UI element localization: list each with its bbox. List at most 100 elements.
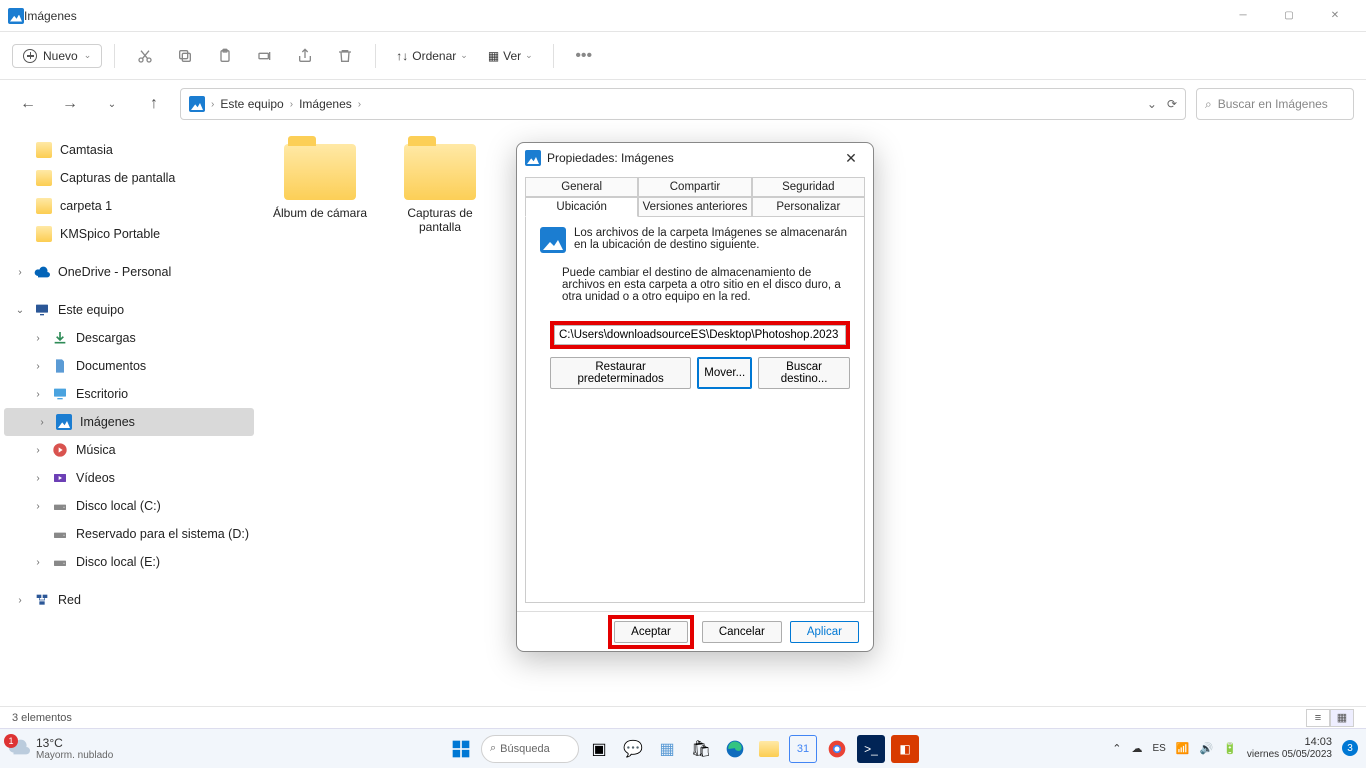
copy-button[interactable] <box>167 40 203 72</box>
sidebar-item-label: Escritorio <box>76 387 128 401</box>
tray-chevron[interactable]: ⌃ <box>1112 742 1121 755</box>
move-button[interactable]: Mover... <box>697 357 752 389</box>
chevron-right-icon: › <box>32 389 44 400</box>
store-icon[interactable]: 🛍 <box>687 735 715 763</box>
close-button[interactable]: ✕ <box>1312 0 1358 32</box>
sidebar-item-pictures[interactable]: ›Imágenes <box>4 408 254 436</box>
sidebar-item-disk-d[interactable]: ›Reservado para el sistema (D:) <box>0 520 258 548</box>
minimize-button[interactable]: ─ <box>1220 0 1266 32</box>
grid-view-button[interactable]: ▦ <box>1330 709 1354 727</box>
rename-button[interactable] <box>247 40 283 72</box>
view-button[interactable]: ▦ Ver ⌄ <box>480 45 541 67</box>
app-icon[interactable]: ◧ <box>891 735 919 763</box>
refresh-button[interactable]: ⟳ <box>1167 97 1177 111</box>
taskbar-center: ⌕Búsqueda ▣ 💬 ▦ 🛍 31 >_ ◧ <box>447 735 919 763</box>
intro-text: Los archivos de la carpeta Imágenes se a… <box>574 227 850 253</box>
sidebar-item-downloads[interactable]: ›Descargas <box>0 324 258 352</box>
sidebar-item-label: Red <box>58 593 81 607</box>
edge-icon[interactable] <box>721 735 749 763</box>
pictures-icon <box>56 414 72 430</box>
ok-button[interactable]: Aceptar <box>614 621 688 643</box>
sidebar-item-label: Este equipo <box>58 303 124 317</box>
sidebar-item-disk-c[interactable]: ›Disco local (C:) <box>0 492 258 520</box>
path-input[interactable] <box>554 325 846 345</box>
recent-dropdown[interactable]: ⌄ <box>96 88 128 120</box>
sort-label: Ordenar <box>412 49 456 63</box>
apply-button[interactable]: Aplicar <box>790 621 859 643</box>
new-button[interactable]: Nuevo ⌄ <box>12 44 102 68</box>
share-button[interactable] <box>287 40 323 72</box>
folder-item[interactable]: Álbum de cámara <box>272 144 368 220</box>
sidebar-item-label: Capturas de pantalla <box>60 171 175 185</box>
calendar-icon[interactable]: 31 <box>789 735 817 763</box>
chrome-icon[interactable] <box>823 735 851 763</box>
item-count: 3 elementos <box>12 712 72 724</box>
chat-icon[interactable]: 💬 <box>619 735 647 763</box>
tab-customize[interactable]: Personalizar <box>752 197 865 217</box>
crumb-root[interactable]: Este equipo <box>220 97 283 111</box>
widgets-icon[interactable]: ▦ <box>653 735 681 763</box>
tab-security[interactable]: Seguridad <box>752 177 865 197</box>
back-button[interactable]: ← <box>12 88 44 120</box>
search-input[interactable]: ⌕ Buscar en Imágenes <box>1196 88 1354 120</box>
dropdown-chevron[interactable]: ⌄ <box>1147 97 1157 111</box>
tab-versions[interactable]: Versiones anteriores <box>638 197 751 217</box>
sidebar-item-videos[interactable]: ›Vídeos <box>0 464 258 492</box>
taskbar: 1 13°C Mayorm. nublado ⌕Búsqueda ▣ 💬 ▦ 🛍… <box>0 728 1366 768</box>
tab-share[interactable]: Compartir <box>638 177 751 197</box>
crumb-current[interactable]: Imágenes <box>299 97 352 111</box>
search-label: Búsqueda <box>500 743 550 755</box>
taskbar-search[interactable]: ⌕Búsqueda <box>481 735 579 763</box>
folder-item[interactable]: Capturas de pantalla <box>392 144 488 234</box>
breadcrumb[interactable]: › Este equipo › Imágenes › ⌄ ⟳ <box>180 88 1186 120</box>
sidebar-onedrive[interactable]: ›OneDrive - Personal <box>0 258 258 286</box>
more-button[interactable]: ••• <box>566 40 602 72</box>
sort-button[interactable]: ↑↓ Ordenar ⌄ <box>388 45 476 67</box>
sidebar-quick-item[interactable]: Capturas de pantalla <box>0 164 258 192</box>
sidebar-item-desktop[interactable]: › Escritorio <box>0 380 258 408</box>
sidebar-item-documents[interactable]: ›Documentos <box>0 352 258 380</box>
dialog-close-button[interactable]: ✕ <box>837 150 865 167</box>
sidebar-quick-item[interactable]: carpeta 1 <box>0 192 258 220</box>
restore-defaults-button[interactable]: Restaurar predeterminados <box>550 357 691 389</box>
forward-button[interactable]: → <box>54 88 86 120</box>
description-text: Puede cambiar el destino de almacenamien… <box>562 267 850 303</box>
tab-general[interactable]: General <box>525 177 638 197</box>
sidebar-quick-item[interactable]: Camtasia <box>0 136 258 164</box>
terminal-icon[interactable]: >_ <box>857 735 885 763</box>
properties-dialog: Propiedades: Imágenes ✕ General Comparti… <box>516 142 874 652</box>
weather-widget[interactable]: 1 13°C Mayorm. nublado <box>8 736 113 761</box>
start-button[interactable] <box>447 735 475 763</box>
find-target-button[interactable]: Buscar destino... <box>758 357 850 389</box>
sidebar-item-music[interactable]: ›Música <box>0 436 258 464</box>
onedrive-tray-icon[interactable]: ☁ <box>1131 742 1142 755</box>
view-icon: ▦ <box>488 49 499 63</box>
language-indicator[interactable]: ES <box>1152 743 1165 754</box>
paste-button[interactable] <box>207 40 243 72</box>
notification-badge[interactable]: 3 <box>1342 740 1358 756</box>
list-view-button[interactable]: ≡ <box>1306 709 1330 727</box>
chevron-right-icon: › <box>211 99 214 110</box>
tab-location[interactable]: Ubicación <box>525 197 638 217</box>
cut-button[interactable] <box>127 40 163 72</box>
sidebar-quick-item[interactable]: KMSpico Portable <box>0 220 258 248</box>
system-tray: ⌃ ☁ ES 📶 🔊 🔋 14:03 viernes 05/05/2023 3 <box>1112 736 1358 760</box>
delete-button[interactable] <box>327 40 363 72</box>
clock[interactable]: 14:03 viernes 05/05/2023 <box>1247 736 1332 760</box>
cancel-button[interactable]: Cancelar <box>702 621 782 643</box>
volume-icon[interactable]: 🔊 <box>1200 742 1214 755</box>
wifi-icon[interactable]: 📶 <box>1176 742 1190 755</box>
sidebar-network[interactable]: ›Red <box>0 586 258 614</box>
sidebar-item-disk-e[interactable]: ›Disco local (E:) <box>0 548 258 576</box>
sidebar-thispc[interactable]: ⌄Este equipo <box>0 296 258 324</box>
sidebar-item-label: OneDrive - Personal <box>58 265 171 279</box>
battery-icon[interactable]: 🔋 <box>1223 742 1237 755</box>
up-button[interactable]: ↑ <box>138 88 170 120</box>
task-view-button[interactable]: ▣ <box>585 735 613 763</box>
drive-icon <box>52 526 68 542</box>
status-bar: 3 elementos ≡ ▦ <box>0 706 1366 728</box>
separator <box>553 44 554 68</box>
folder-icon <box>404 144 476 200</box>
maximize-button[interactable]: ▢ <box>1266 0 1312 32</box>
explorer-icon[interactable] <box>755 735 783 763</box>
